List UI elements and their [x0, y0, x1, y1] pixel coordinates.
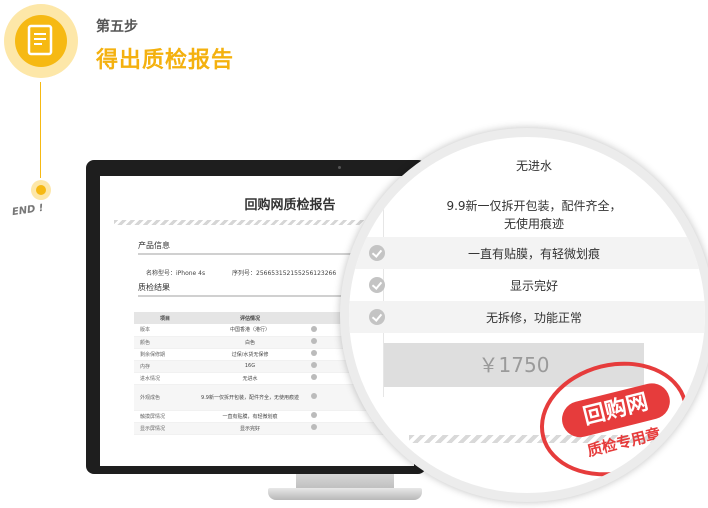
appearance-line-2: 无使用痕迹 — [503, 217, 564, 231]
row-status: 一直有贴膜，有轻微划痕 — [196, 410, 304, 423]
detail-row-appearance: 9.9新一仅拆开包装，配件齐全， 无使用痕迹 — [349, 193, 705, 243]
row-status: 白色 — [196, 336, 304, 349]
appearance-line-1: 9.9新一仅拆开包装，配件齐全， — [446, 199, 622, 213]
detail-row-function: 无拆修，功能正常 — [349, 301, 705, 333]
row-status: 显示完好 — [196, 422, 304, 435]
check-icon — [311, 325, 317, 332]
step-badge — [4, 4, 78, 78]
column-header: 项目 — [134, 312, 196, 324]
row-item: 进水情况 — [134, 372, 196, 385]
check-icon — [311, 393, 317, 399]
camera-dot — [338, 166, 341, 169]
check-icon — [311, 424, 317, 430]
timeline-end-dot — [31, 180, 51, 200]
check-icon — [369, 245, 385, 261]
column-header: 评估情况 — [196, 312, 304, 324]
detail-row-water: 无进水 — [349, 151, 705, 181]
magnifier-lens: 无进水 9.9新一仅拆开包装，配件齐全， 无使用痕迹 一直有贴膜，有轻微划痕 显… — [340, 128, 708, 502]
row-status: 9.9新一仅拆开包装，配件齐全，无使用痕迹 — [196, 384, 304, 411]
function-text: 无拆修，功能正常 — [485, 311, 582, 325]
check-icon — [311, 412, 317, 418]
check-icon — [369, 277, 385, 293]
row-status: 中国香港（港行） — [196, 324, 304, 337]
row-item: 颜色 — [134, 336, 196, 349]
row-item: 触摸屏情况 — [134, 410, 196, 423]
check-icon — [369, 309, 385, 325]
row-status: 16G — [196, 360, 304, 373]
check-icon — [311, 374, 317, 380]
product-info-heading: 产品信息 — [138, 241, 170, 250]
row-item: 剩余保修期 — [134, 348, 196, 361]
water-text: 无进水 — [515, 159, 552, 173]
step-title: 得出质检报告 — [96, 48, 235, 73]
end-label: END ! — [11, 202, 45, 219]
row-status: 无进水 — [196, 372, 304, 385]
timeline-line — [40, 82, 41, 178]
detail-row-touch: 一直有贴膜，有轻微划痕 — [349, 237, 705, 269]
row-item: 显示屏情况 — [134, 422, 196, 435]
check-icon — [311, 338, 317, 344]
row-status: 过保/水货无保修 — [196, 348, 304, 361]
qc-result-heading: 质检结果 — [138, 283, 170, 292]
step-number: 第五步 — [96, 19, 138, 35]
row-item: 版本 — [134, 324, 196, 337]
serial-text: 序列号：256653152155256123266 — [232, 270, 337, 277]
model-text: 名称型号：iPhone 4s — [146, 270, 206, 277]
report-document-icon — [15, 15, 67, 67]
touch-text: 一直有贴膜，有轻微划痕 — [467, 247, 600, 261]
row-item: 内存 — [134, 360, 196, 373]
table-row: 显示屏情况 显示完好 — [134, 422, 394, 435]
check-icon — [311, 362, 317, 368]
row-item: 外观成色 — [134, 384, 196, 411]
detail-row-display: 显示完好 — [349, 269, 705, 301]
monitor-stand-base — [268, 488, 422, 500]
display-text: 显示完好 — [509, 279, 558, 293]
table-row: 触摸屏情况 一直有贴膜，有轻微划痕 — [134, 410, 394, 423]
check-icon — [311, 350, 317, 356]
